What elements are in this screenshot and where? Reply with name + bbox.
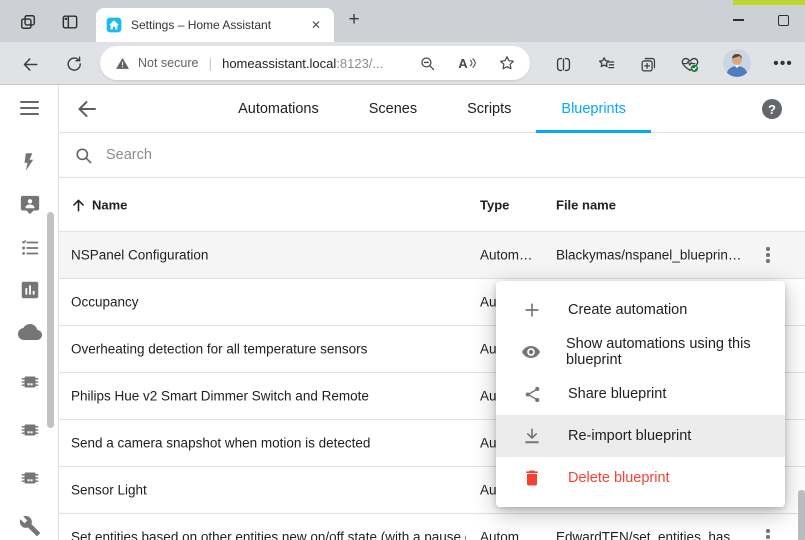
menu-item-reimport-blueprint[interactable]: Re-import blueprint [496,415,785,457]
menu-item-label: Re-import blueprint [568,428,691,444]
plus-icon [521,299,543,321]
menu-item-label: Share blueprint [568,386,666,402]
blueprint-type: Autom… [480,248,552,263]
favorite-star-icon[interactable] [497,53,517,73]
blueprint-name: Send a camera snapshot when motion is de… [71,436,370,451]
lightning-icon[interactable] [17,149,43,175]
address-separator: | [208,55,212,71]
row-overflow-menu-icon[interactable] [756,243,780,267]
url-suffix[interactable]: :8123/... [336,56,383,71]
blueprint-name: Occupancy [71,295,139,310]
blueprint-name: Set entities based on other entities new… [71,530,466,540]
column-header-name[interactable]: Name [92,197,127,212]
ha-header: Automations Scenes Scripts Blueprints ? [59,85,805,133]
collections-icon[interactable] [634,50,662,78]
read-aloud-icon[interactable]: A [457,53,477,73]
blueprint-name: Sensor Light [71,483,147,498]
blueprint-name: NSPanel Configuration [71,248,208,263]
blueprint-file: EdwardTEN/set_entities_has… [556,530,754,540]
zoom-out-icon[interactable] [417,53,437,73]
table-header: Name Type File name [59,178,805,232]
refresh-icon[interactable] [60,50,88,78]
wrench-icon[interactable] [17,513,43,539]
help-button[interactable]: ? [762,99,782,119]
blueprint-name: Philips Hue v2 Smart Dimmer Switch and R… [71,389,369,404]
search-row [59,133,805,178]
browser-window: Settings – Home Assistant ✕ + Not secure… [0,0,805,540]
blueprint-context-menu: Create automation Show automations using… [496,281,785,507]
trash-icon [521,467,543,489]
search-input[interactable] [106,147,506,163]
search-icon [74,146,93,165]
workspaces-icon[interactable] [17,11,39,33]
tab-blueprints[interactable]: Blueprints [536,85,650,133]
browser-tab-active[interactable]: Settings – Home Assistant ✕ [96,8,334,42]
chip-icon[interactable] [17,369,43,395]
column-header-file[interactable]: File name [556,197,616,212]
menu-item-delete-blueprint[interactable]: Delete blueprint [496,457,785,499]
tab-scripts[interactable]: Scripts [442,85,536,133]
menu-item-share-blueprint[interactable]: Share blueprint [496,373,785,415]
vertical-tabs-icon[interactable] [59,11,81,33]
browser-toolbar: Not secure | homeassistant.local:8123/..… [0,42,805,85]
chip-icon[interactable] [17,465,43,491]
browser-back-icon[interactable] [16,50,44,78]
eye-icon [521,341,541,363]
close-tab-icon[interactable]: ✕ [308,18,324,32]
table-row[interactable]: NSPanel Configuration Autom… Blackymas/n… [59,232,805,279]
sort-ascending-icon[interactable] [70,196,87,213]
chip-icon[interactable] [17,417,43,443]
browser-essentials-icon[interactable] [676,50,704,78]
window-minimize-button[interactable] [721,0,755,40]
profile-avatar[interactable] [723,49,751,77]
address-bar[interactable]: Not secure | homeassistant.local:8123/..… [100,46,530,80]
url-host[interactable]: homeassistant.local [222,56,336,71]
table-row[interactable]: Set entities based on other entities new… [59,514,805,540]
new-tab-button[interactable]: + [341,7,367,33]
tab-automations[interactable]: Automations [213,85,344,133]
tab-title: Settings – Home Assistant [131,18,308,32]
menu-item-create-automation[interactable]: Create automation [496,289,785,331]
home-assistant-app: Automations Scenes Scripts Blueprints ? … [0,85,805,540]
page-scrollbar[interactable] [798,490,805,540]
share-icon [521,383,543,405]
blueprint-type: Autom… [480,530,552,540]
split-screen-icon[interactable] [549,50,577,78]
browser-tabstrip: Settings – Home Assistant ✕ + [0,0,805,42]
download-icon [521,425,543,447]
column-header-type[interactable]: Type [480,197,509,212]
sidebar-scrollbar[interactable] [47,212,54,428]
settings-more-icon[interactable]: ••• [769,50,797,78]
home-assistant-favicon [106,17,122,33]
menu-item-label: Delete blueprint [568,470,670,486]
cloud-icon[interactable] [17,319,43,345]
row-overflow-menu-icon[interactable] [756,525,780,540]
ha-sidebar [0,85,59,540]
blueprints-page: Automations Scenes Scripts Blueprints ? … [59,85,805,540]
favorites-hub-icon[interactable] [592,50,620,78]
security-label[interactable]: Not secure [138,56,198,70]
window-maximize-button[interactable] [766,0,800,40]
voice-assistant-icon[interactable] [17,192,43,218]
todo-list-icon[interactable] [17,235,43,261]
sidebar-menu-icon[interactable] [17,98,43,118]
menu-item-show-automations[interactable]: Show automations using this blueprint [496,331,785,373]
settings-tab-bar: Automations Scenes Scripts Blueprints [59,85,805,133]
menu-item-label: Create automation [568,302,687,318]
blueprint-file: Blackymas/nspanel_blueprin… [556,248,754,263]
blueprint-name: Overheating detection for all temperatur… [71,342,367,357]
history-chart-icon[interactable] [17,277,43,303]
not-secure-warning-icon [115,56,130,71]
menu-item-label: Show automations using this blueprint [566,336,785,368]
tab-scenes[interactable]: Scenes [344,85,442,133]
